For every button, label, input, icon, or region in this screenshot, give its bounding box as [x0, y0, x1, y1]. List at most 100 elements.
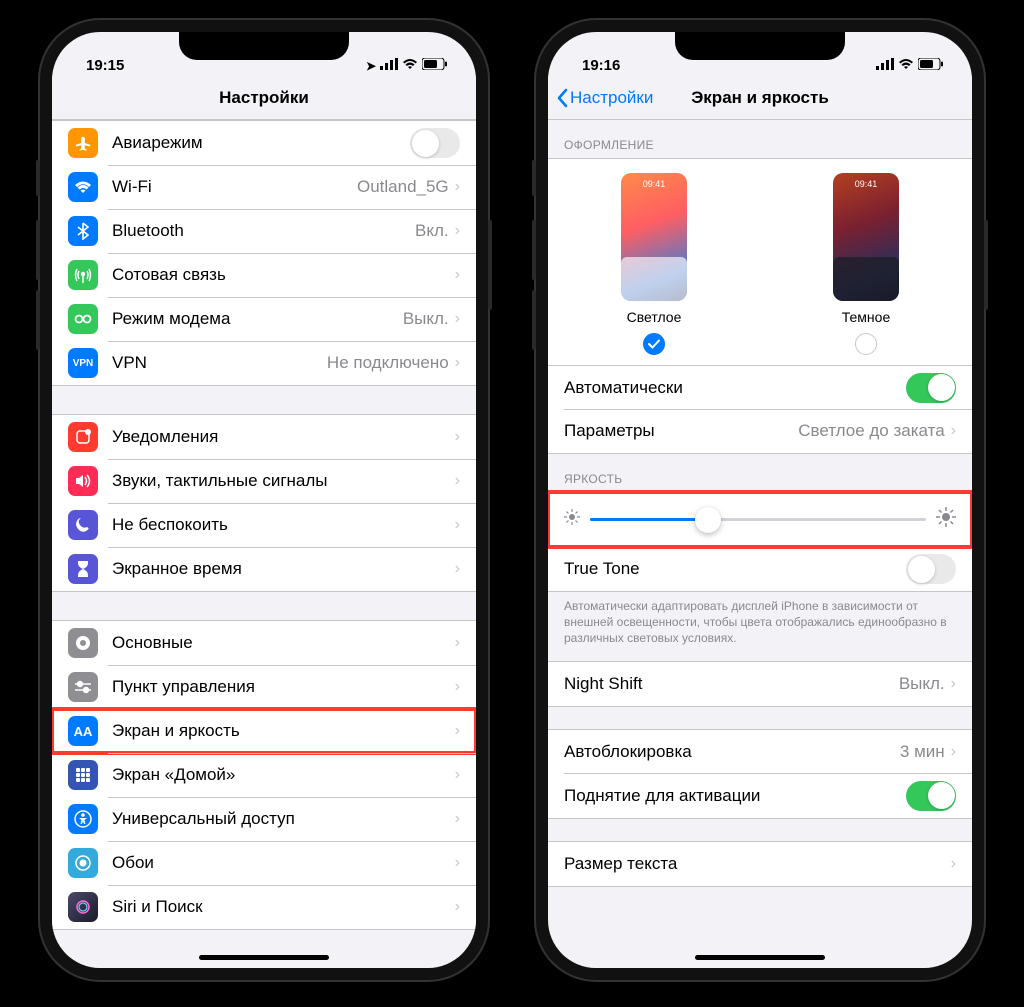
row-label: Обои	[112, 853, 455, 873]
row-cellular[interactable]: Сотовая связь ›	[52, 253, 476, 297]
true-tone-toggle[interactable]	[906, 554, 956, 584]
chevron-icon: ›	[455, 854, 460, 872]
volume-down	[532, 290, 536, 350]
chevron-icon: ›	[951, 855, 956, 873]
row-wallpaper[interactable]: Обои ›	[52, 841, 476, 885]
row-bluetooth[interactable]: Bluetooth Вкл. ›	[52, 209, 476, 253]
power-button	[984, 220, 988, 310]
vpn-value: Не подключено	[327, 353, 449, 373]
power-button	[488, 220, 492, 310]
raise-toggle[interactable]	[906, 781, 956, 811]
row-label: Универсальный доступ	[112, 809, 455, 829]
row-home-screen[interactable]: Экран «Домой» ›	[52, 753, 476, 797]
row-true-tone[interactable]: True Tone	[548, 547, 972, 591]
siri-icon	[68, 892, 98, 922]
sun-small-icon	[564, 509, 580, 530]
row-text-size[interactable]: Размер текста ›	[548, 842, 972, 886]
row-hotspot[interactable]: Режим модема Выкл. ›	[52, 297, 476, 341]
brightness-slider-row[interactable]	[548, 493, 972, 546]
row-notifications[interactable]: Уведомления ›	[52, 415, 476, 459]
wifi-icon	[402, 57, 418, 74]
light-radio[interactable]	[643, 333, 665, 355]
row-accessibility[interactable]: Универсальный доступ ›	[52, 797, 476, 841]
settings-list[interactable]: Авиарежим Wi-Fi Outland_5G › Bluetooth	[52, 120, 476, 968]
wallpaper-icon	[68, 848, 98, 878]
hourglass-icon	[68, 554, 98, 584]
auto-toggle[interactable]	[906, 373, 956, 403]
chevron-icon: ›	[455, 310, 460, 328]
notifications-icon	[68, 422, 98, 452]
brightness-header: ЯРКОСТЬ	[548, 454, 972, 492]
row-airplane[interactable]: Авиарежим	[52, 121, 476, 165]
row-label: True Tone	[564, 559, 906, 579]
volume-down	[36, 290, 40, 350]
row-screentime[interactable]: Экранное время ›	[52, 547, 476, 591]
light-label: Светлое	[627, 309, 682, 325]
appearance-dark-option[interactable]: 09:41 Темное	[833, 173, 899, 355]
gear-icon	[68, 628, 98, 658]
row-auto-lock[interactable]: Автоблокировка 3 мин ›	[548, 730, 972, 774]
airplane-icon	[68, 128, 98, 158]
chevron-icon: ›	[951, 422, 956, 440]
sounds-icon	[68, 466, 98, 496]
row-label: Размер текста	[564, 854, 951, 874]
status-icons: ➤	[366, 57, 448, 74]
row-vpn[interactable]: VPN VPN Не подключено ›	[52, 341, 476, 385]
row-display-brightness[interactable]: AA Экран и яркость ›	[52, 709, 476, 753]
check-icon	[648, 339, 660, 349]
row-dnd[interactable]: Не беспокоить ›	[52, 503, 476, 547]
home-indicator[interactable]	[199, 955, 329, 960]
nav-bar: Настройки	[52, 76, 476, 120]
row-label: Не беспокоить	[112, 515, 455, 535]
accessibility-icon	[68, 804, 98, 834]
dark-radio[interactable]	[855, 333, 877, 355]
home-indicator[interactable]	[695, 955, 825, 960]
dark-label: Темное	[842, 309, 890, 325]
nightshift-value: Выкл.	[899, 674, 945, 694]
bluetooth-icon	[68, 216, 98, 246]
row-label: Уведомления	[112, 427, 455, 447]
wifi-value: Outland_5G	[357, 177, 449, 197]
row-label: Поднятие для активации	[564, 786, 906, 806]
moon-icon	[68, 510, 98, 540]
back-button[interactable]: Настройки	[556, 88, 653, 108]
notch	[675, 32, 845, 60]
appearance-light-option[interactable]: 09:41 Светлое	[621, 173, 687, 355]
row-auto-appearance[interactable]: Автоматически	[548, 365, 972, 409]
preview-time: 09:41	[621, 179, 687, 189]
vpn-icon: VPN	[68, 348, 98, 378]
row-label: Авиарежим	[112, 133, 410, 153]
chevron-icon: ›	[455, 678, 460, 696]
preview-time: 09:41	[833, 179, 899, 189]
row-label: Night Shift	[564, 674, 899, 694]
brightness-group	[548, 492, 972, 547]
row-label: Siri и Поиск	[112, 897, 455, 917]
hotspot-icon	[68, 304, 98, 334]
row-sounds[interactable]: Звуки, тактильные сигналы ›	[52, 459, 476, 503]
control-center-icon	[68, 672, 98, 702]
display-settings[interactable]: ОФОРМЛЕНИЕ 09:41 Светлое	[548, 120, 972, 968]
phone-right: 19:16 Настройки Экран и яркость ОФ	[536, 20, 984, 980]
chevron-icon: ›	[455, 266, 460, 284]
phone-left: 19:15 ➤ Настройки	[40, 20, 488, 980]
row-raise-to-wake[interactable]: Поднятие для активации	[548, 774, 972, 818]
chevron-icon: ›	[455, 428, 460, 446]
status-time: 19:15	[86, 57, 124, 74]
volume-up	[36, 220, 40, 280]
wifi-icon	[68, 172, 98, 202]
row-control-center[interactable]: Пункт управления ›	[52, 665, 476, 709]
light-preview: 09:41	[621, 173, 687, 301]
row-night-shift[interactable]: Night Shift Выкл. ›	[548, 662, 972, 706]
chevron-icon: ›	[951, 743, 956, 761]
row-params[interactable]: Параметры Светлое до заката ›	[548, 409, 972, 453]
chevron-icon: ›	[455, 766, 460, 784]
row-label: Звуки, тактильные сигналы	[112, 471, 455, 491]
home-screen-icon	[68, 760, 98, 790]
chevron-icon: ›	[455, 634, 460, 652]
row-general[interactable]: Основные ›	[52, 621, 476, 665]
row-wifi[interactable]: Wi-Fi Outland_5G ›	[52, 165, 476, 209]
row-siri[interactable]: Siri и Поиск ›	[52, 885, 476, 929]
chevron-icon: ›	[455, 472, 460, 490]
brightness-slider[interactable]	[590, 518, 926, 521]
airplane-toggle[interactable]	[410, 128, 460, 158]
